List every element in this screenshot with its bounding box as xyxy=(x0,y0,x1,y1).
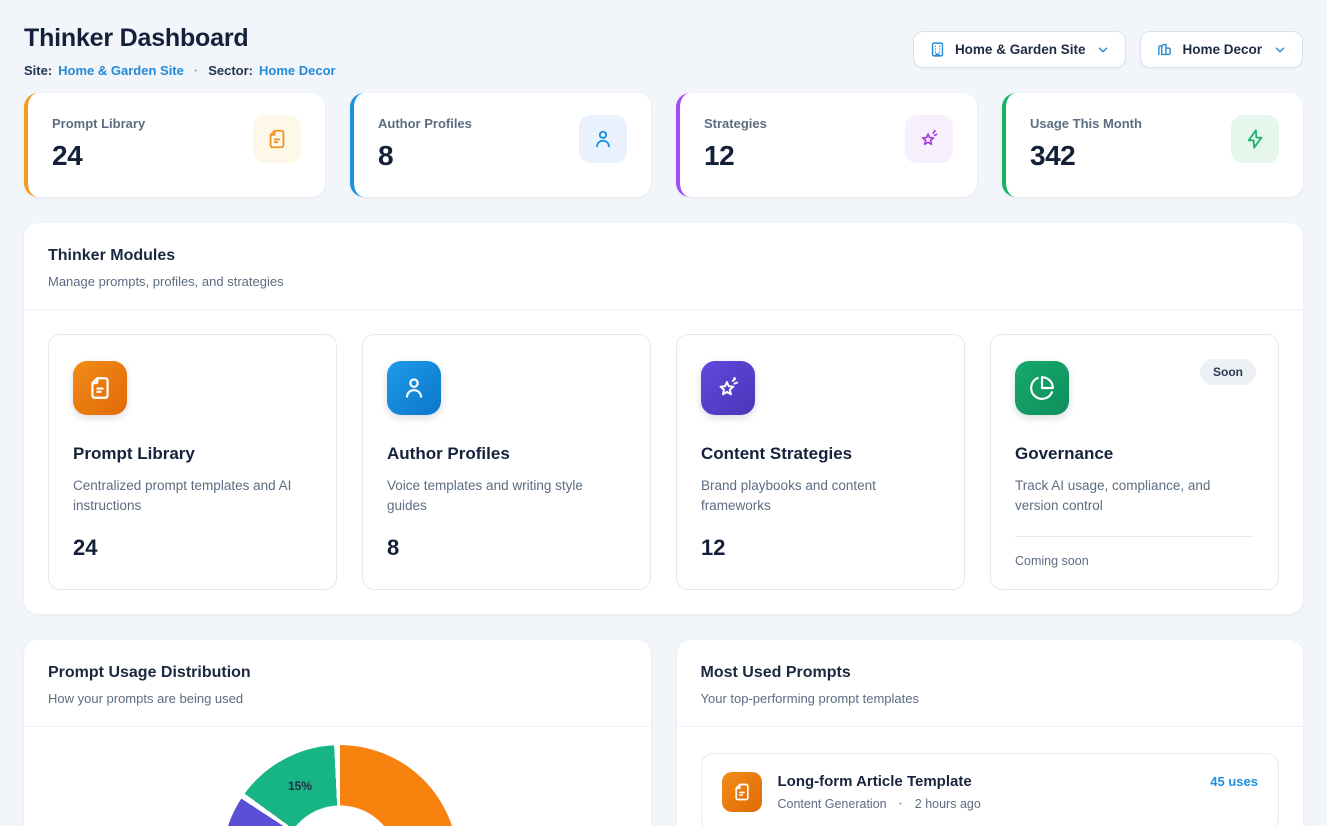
stat-value: 24 xyxy=(52,140,145,172)
prompt-list-item[interactable]: Long-form Article Template Content Gener… xyxy=(701,753,1280,826)
sector-link[interactable]: Home Decor xyxy=(259,63,336,78)
prompt-category: Content Generation xyxy=(778,797,887,811)
site-selector-label: Home & Garden Site xyxy=(955,42,1086,57)
building-icon xyxy=(929,41,946,58)
modules-subtitle: Manage prompts, profiles, and strategies xyxy=(48,274,1279,289)
stat-card-author-profiles: Author Profiles 8 xyxy=(350,93,651,197)
module-count: 8 xyxy=(387,535,626,561)
prompt-item-meta: Content Generation · 2 hours ago xyxy=(778,797,981,811)
sector-selector-dropdown[interactable]: Home Decor xyxy=(1140,31,1303,68)
modules-title: Thinker Modules xyxy=(48,247,1279,265)
modules-header: Thinker Modules Manage prompts, profiles… xyxy=(24,223,1303,310)
stat-text: Strategies 12 xyxy=(704,113,767,177)
stat-value: 12 xyxy=(704,140,767,172)
header-left: Thinker Dashboard Site: Home & Garden Si… xyxy=(24,16,336,78)
pie-chart-icon xyxy=(1015,361,1069,415)
prompt-time: 2 hours ago xyxy=(915,797,981,811)
site-label: Site: xyxy=(24,63,52,78)
coming-soon-text: Coming soon xyxy=(1015,554,1254,568)
page-title: Thinker Dashboard xyxy=(24,24,336,53)
dashboard-page: Thinker Dashboard Site: Home & Garden Si… xyxy=(0,0,1327,826)
header-selectors: Home & Garden Site Home Decor xyxy=(913,31,1303,68)
page-header: Thinker Dashboard Site: Home & Garden Si… xyxy=(24,16,1303,78)
module-description: Centralized prompt templates and AI inst… xyxy=(73,476,312,516)
module-card-governance[interactable]: Soon Governance Track AI usage, complian… xyxy=(990,334,1279,590)
prompts-subtitle: Your top-performing prompt templates xyxy=(701,691,1280,706)
module-card-content-strategies[interactable]: Content Strategies Brand playbooks and c… xyxy=(676,334,965,590)
donut-chart[interactable] xyxy=(222,745,458,826)
prompt-usage-card: Prompt Usage Distribution How your promp… xyxy=(24,640,651,826)
donut-chart-area: 15% xyxy=(24,727,651,826)
module-description: Brand playbooks and content frameworks xyxy=(701,476,940,516)
stat-label: Author Profiles xyxy=(378,116,472,131)
prompts-title: Most Used Prompts xyxy=(701,664,1280,682)
prompt-item-title: Long-form Article Template xyxy=(778,773,981,790)
prompts-header: Most Used Prompts Your top-performing pr… xyxy=(677,640,1304,727)
sector-label: Sector: xyxy=(208,63,253,78)
document-icon xyxy=(253,115,301,163)
module-card-author-profiles[interactable]: Author Profiles Voice templates and writ… xyxy=(362,334,651,590)
thinker-modules-card: Thinker Modules Manage prompts, profiles… xyxy=(24,223,1303,614)
stat-value: 8 xyxy=(378,140,472,172)
stat-card-usage: Usage This Month 342 xyxy=(1002,93,1303,197)
soon-badge: Soon xyxy=(1200,359,1256,385)
module-count: 12 xyxy=(701,535,940,561)
usage-subtitle: How your prompts are being used xyxy=(48,691,627,706)
sparkle-star-icon xyxy=(701,361,755,415)
divider xyxy=(1015,536,1254,537)
stat-card-prompt-library: Prompt Library 24 xyxy=(24,93,325,197)
bottom-row: Prompt Usage Distribution How your promp… xyxy=(24,640,1303,826)
sparkle-star-icon xyxy=(905,115,953,163)
document-icon xyxy=(73,361,127,415)
breadcrumb-separator: · xyxy=(194,63,198,78)
stat-text: Usage This Month 342 xyxy=(1030,113,1142,177)
usage-header: Prompt Usage Distribution How your promp… xyxy=(24,640,651,727)
prompt-uses-badge: 45 uses xyxy=(1210,774,1258,789)
donut-segment-label: 15% xyxy=(276,779,324,793)
module-title: Content Strategies xyxy=(701,444,940,464)
breadcrumb: Site: Home & Garden Site · Sector: Home … xyxy=(24,63,336,78)
module-title: Author Profiles xyxy=(387,444,626,464)
module-description: Voice templates and writing style guides xyxy=(387,476,626,516)
prompt-item-text: Long-form Article Template Content Gener… xyxy=(778,773,981,811)
chevron-down-icon xyxy=(1096,43,1110,57)
most-used-prompts-card: Most Used Prompts Your top-performing pr… xyxy=(677,640,1304,826)
stat-label: Prompt Library xyxy=(52,116,145,131)
stat-text: Prompt Library 24 xyxy=(52,113,145,177)
module-description: Track AI usage, compliance, and version … xyxy=(1015,476,1254,516)
document-icon xyxy=(722,772,762,812)
meta-separator: · xyxy=(899,797,903,811)
modules-body: Prompt Library Centralized prompt templa… xyxy=(24,310,1303,614)
stat-value: 342 xyxy=(1030,140,1142,172)
user-icon xyxy=(579,115,627,163)
stat-card-strategies: Strategies 12 xyxy=(676,93,977,197)
sector-selector-label: Home Decor xyxy=(1182,42,1262,57)
bar-chart-icon xyxy=(1156,41,1173,58)
site-selector-dropdown[interactable]: Home & Garden Site xyxy=(913,31,1127,68)
stat-label: Strategies xyxy=(704,116,767,131)
stat-label: Usage This Month xyxy=(1030,116,1142,131)
module-card-prompt-library[interactable]: Prompt Library Centralized prompt templa… xyxy=(48,334,337,590)
module-title: Prompt Library xyxy=(73,444,312,464)
stats-row: Prompt Library 24 Author Profiles 8 Stra… xyxy=(24,93,1303,197)
user-icon xyxy=(387,361,441,415)
lightning-icon xyxy=(1231,115,1279,163)
chevron-down-icon xyxy=(1273,43,1287,57)
prompts-list: Long-form Article Template Content Gener… xyxy=(677,727,1304,826)
usage-title: Prompt Usage Distribution xyxy=(48,664,627,682)
module-title: Governance xyxy=(1015,444,1254,464)
module-count: 24 xyxy=(73,535,312,561)
site-link[interactable]: Home & Garden Site xyxy=(58,63,184,78)
stat-text: Author Profiles 8 xyxy=(378,113,472,177)
